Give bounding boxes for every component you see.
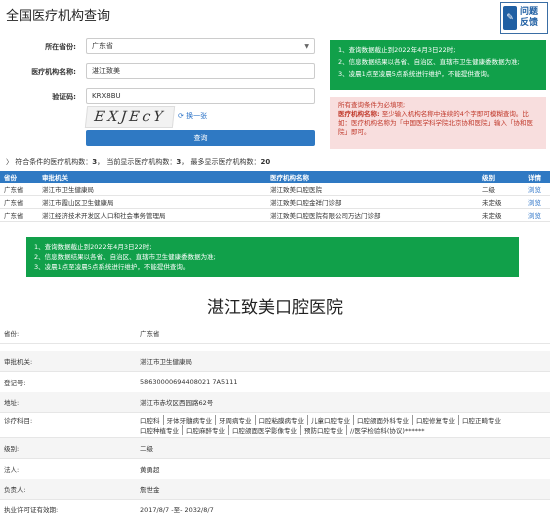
detail-row-address: 地址: 湛江市赤坎区西园路62号	[0, 392, 550, 413]
table-row[interactable]: 广东省 湛江市霞山区卫生健康局 湛江致美口腔金祥门诊部 未定级 浏览	[0, 195, 550, 209]
detail-notice-box: 1、查询数据截止到2022年4月3日22时; 2、信息数据结果以各省、自治区、直…	[26, 237, 519, 277]
notice-line: 3、凌晨1点至凌晨5点系统进行维护，不能提供查询。	[34, 263, 190, 271]
col-authority: 审批机关	[38, 171, 266, 183]
table-row[interactable]: 广东省 湛江经济技术开发区人口和社会事务管理局 湛江致美口腔医院有限公司万达门诊…	[0, 208, 550, 222]
col-province: 省份	[0, 171, 38, 183]
notice-line: 1、查询数据截止到2022年4月3日22时;	[338, 46, 456, 54]
table-row[interactable]: 广东省 湛江市卫生健康局 湛江致美口腔医院 二级 浏览	[0, 183, 550, 196]
chevron-down-icon: ▼	[304, 42, 309, 50]
feedback-label-2: 反馈	[520, 18, 539, 28]
detail-row-scope: 诊疗科目: 口腔科 牙体牙髓病专业 牙周病专业 口腔粘膜病专业 儿童口腔专业 口…	[0, 412, 550, 438]
captcha-input[interactable]: KRX8BU	[86, 88, 315, 104]
scope-line-1: 口腔科 牙体牙髓病专业 牙周病专业 口腔粘膜病专业 儿童口腔专业 口腔颌面外科专…	[140, 415, 501, 425]
refresh-icon: ⟳	[178, 112, 184, 120]
name-label: 医疗机构名称:	[31, 68, 76, 76]
col-level: 级别	[478, 171, 524, 183]
detail-title: 湛江致美口腔医院	[207, 298, 343, 318]
province-select[interactable]: 广东省 ▼	[86, 38, 315, 54]
hint-label: 医疗机构名称:	[338, 110, 380, 118]
name-input[interactable]: 湛江致美	[86, 63, 315, 79]
feedback-icon: ✎	[503, 6, 517, 30]
result-count: 3	[92, 158, 98, 166]
captcha-value: KRX8BU	[92, 92, 121, 100]
detail-row-province: 省份: 广东省	[0, 323, 550, 344]
query-button[interactable]: 查询	[86, 130, 315, 146]
hint-box: 所有查询条件为必填项; 医疗机构名称: 至少输入机构名称中连续的4个字即可模糊查…	[330, 97, 546, 149]
notice-line: 2、信息数据结果以各省、自治区、直辖市卫生健康委数据为准;	[34, 253, 216, 261]
notice-box: 1、查询数据截止到2022年4月3日22时; 2、信息数据结果以各省、自治区、直…	[330, 40, 546, 90]
page-title: 全国医疗机构查询	[6, 9, 111, 24]
summary-icon: 〉	[6, 158, 13, 166]
detail-row-level: 级别: 二级	[0, 438, 550, 459]
refresh-captcha-link[interactable]: ⟳ 换一张	[178, 111, 207, 121]
view-link[interactable]: 浏览	[524, 183, 550, 196]
feedback-button[interactable]: ✎ 问题 反馈	[500, 2, 548, 34]
detail-row-legal-person: 法人: 黄勇超	[0, 459, 550, 480]
detail-row-registration: 登记号: 58630000694408021 7A5111	[0, 372, 550, 393]
view-link[interactable]: 浏览	[524, 208, 550, 222]
result-summary: 〉 符合条件的医疗机构数：3， 当前显示医疗机构数：3， 最多显示医疗机构数：2…	[6, 158, 271, 166]
shown-count: 3	[176, 158, 182, 166]
detail-row-license: 执业许可证有效期: 2017/8/7 -至- 2032/8/7	[4, 505, 214, 514]
notice-line: 1、查询数据截止到2022年4月3日22时;	[34, 243, 152, 251]
province-label: 所在省份:	[45, 43, 76, 51]
col-detail: 详情	[524, 171, 550, 183]
detail-row-manager: 负责人: 詹世金	[0, 479, 550, 500]
view-link[interactable]: 浏览	[524, 195, 550, 209]
name-value: 湛江致美	[92, 67, 120, 75]
notice-line: 2、信息数据结果以各省、自治区、直辖市卫生健康委数据为准;	[338, 58, 520, 66]
scope-line-2: 口腔种植专业 口腔麻醉专业 口腔颌面医学影像专业 预防口腔专业 //医学检验科(…	[140, 425, 425, 435]
captcha-image[interactable]: EXJEcY	[84, 106, 176, 128]
feedback-label-1: 问题	[520, 7, 539, 17]
captcha-label: 验证码:	[52, 93, 76, 101]
col-name: 医疗机构名称	[266, 171, 478, 183]
results-table: 省份 审批机关 医疗机构名称 级别 详情 广东省 湛江市卫生健康局 湛江致美口腔…	[0, 171, 550, 222]
detail-row-authority: 审批机关: 湛江市卫生健康局	[0, 351, 550, 372]
hint-line: 所有查询条件为必填项;	[338, 101, 406, 109]
province-value: 广东省	[92, 42, 113, 50]
table-header-row: 省份 审批机关 医疗机构名称 级别 详情	[0, 171, 550, 183]
max-count: 20	[260, 158, 271, 166]
notice-line: 3、凌晨1点至凌晨5点系统进行维护，不能提供查询。	[338, 70, 494, 78]
refresh-captcha-label: 换一张	[186, 112, 208, 120]
